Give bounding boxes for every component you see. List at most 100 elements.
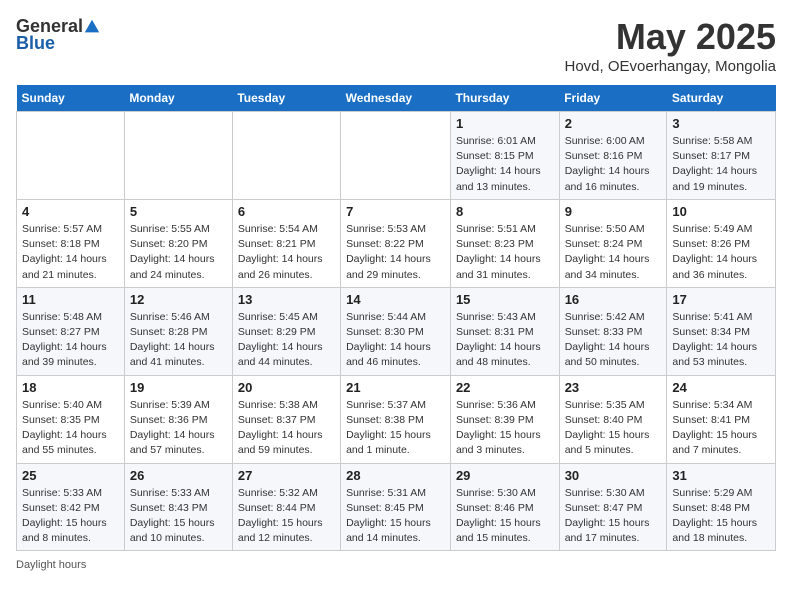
weekday-wednesday: Wednesday [341, 85, 451, 112]
day-info: Sunrise: 5:32 AMSunset: 8:44 PMDaylight:… [238, 486, 335, 547]
day-info: Sunrise: 5:42 AMSunset: 8:33 PMDaylight:… [565, 310, 662, 371]
calendar-cell: 21 Sunrise: 5:37 AMSunset: 8:38 PMDayligh… [341, 375, 451, 463]
day-number: 29 [456, 468, 554, 483]
day-info: Sunrise: 5:57 AMSunset: 8:18 PMDaylight:… [22, 222, 119, 283]
week-row-4: 18 Sunrise: 5:40 AMSunset: 8:35 PMDayligh… [17, 375, 776, 463]
weekday-monday: Monday [124, 85, 232, 112]
day-number: 21 [346, 380, 445, 395]
day-number: 16 [565, 292, 662, 307]
day-number: 22 [456, 380, 554, 395]
day-info: Sunrise: 5:50 AMSunset: 8:24 PMDaylight:… [565, 222, 662, 283]
day-info: Sunrise: 6:01 AMSunset: 8:15 PMDaylight:… [456, 134, 554, 195]
day-number: 20 [238, 380, 335, 395]
logo: General Blue [16, 16, 101, 54]
day-number: 26 [130, 468, 227, 483]
calendar-cell: 12Sunrise: 5:46 AMSunset: 8:28 PMDayligh… [124, 287, 232, 375]
day-info: Sunrise: 5:30 AMSunset: 8:47 PMDaylight:… [565, 486, 662, 547]
week-row-2: 4Sunrise: 5:57 AMSunset: 8:18 PMDaylight… [17, 199, 776, 287]
day-number: 19 [130, 380, 227, 395]
day-info: Sunrise: 5:35 AMSunset: 8:40 PMDaylight:… [565, 398, 662, 459]
calendar-cell [124, 112, 232, 200]
day-number: 9 [565, 204, 662, 219]
weekday-saturday: Saturday [667, 85, 776, 112]
day-info: Sunrise: 5:33 AMSunset: 8:43 PMDaylight:… [130, 486, 227, 547]
day-number: 30 [565, 468, 662, 483]
day-number: 24 [672, 380, 770, 395]
day-number: 18 [22, 380, 119, 395]
day-info: Sunrise: 5:54 AMSunset: 8:21 PMDaylight:… [238, 222, 335, 283]
day-number: 7 [346, 204, 445, 219]
calendar-cell [341, 112, 451, 200]
calendar-title: May 2025 [564, 16, 776, 58]
calendar-cell: 9 Sunrise: 5:50 AMSunset: 8:24 PMDaylight… [559, 199, 667, 287]
day-info: Sunrise: 5:34 AMSunset: 8:41 PMDaylight:… [672, 398, 770, 459]
day-info: Sunrise: 5:46 AMSunset: 8:28 PMDaylight:… [130, 310, 227, 371]
day-number: 11 [22, 292, 119, 307]
day-info: Sunrise: 5:55 AMSunset: 8:20 PMDaylight:… [130, 222, 227, 283]
calendar-cell: 27 Sunrise: 5:32 AMSunset: 8:44 PMDayligh… [232, 463, 340, 551]
calendar-cell [232, 112, 340, 200]
day-info: Sunrise: 5:37 AMSunset: 8:38 PMDaylight:… [346, 398, 445, 459]
day-info: Sunrise: 5:51 AMSunset: 8:23 PMDaylight:… [456, 222, 554, 283]
day-number: 28 [346, 468, 445, 483]
day-info: Sunrise: 5:30 AMSunset: 8:46 PMDaylight:… [456, 486, 554, 547]
calendar-cell: 26 Sunrise: 5:33 AMSunset: 8:43 PMDayligh… [124, 463, 232, 551]
day-number: 15 [456, 292, 554, 307]
calendar-cell: 20 Sunrise: 5:38 AMSunset: 8:37 PMDayligh… [232, 375, 340, 463]
logo-icon [83, 18, 101, 36]
day-info: Sunrise: 5:36 AMSunset: 8:39 PMDaylight:… [456, 398, 554, 459]
day-info: Sunrise: 5:53 AMSunset: 8:22 PMDaylight:… [346, 222, 445, 283]
weekday-thursday: Thursday [450, 85, 559, 112]
day-number: 31 [672, 468, 770, 483]
weekday-header-row: SundayMondayTuesdayWednesdayThursdayFrid… [17, 85, 776, 112]
calendar-cell: 11 Sunrise: 5:48 AMSunset: 8:27 PMDayligh… [17, 287, 125, 375]
logo-blue: Blue [16, 33, 55, 54]
calendar-cell: 16 Sunrise: 5:42 AMSunset: 8:33 PMDayligh… [559, 287, 667, 375]
day-number: 17 [672, 292, 770, 307]
calendar-location: Hovd, OEvoerhangay, Mongolia [564, 58, 776, 75]
day-info: Sunrise: 6:00 AMSunset: 8:16 PMDaylight:… [565, 134, 662, 195]
day-info: Sunrise: 5:40 AMSunset: 8:35 PMDaylight:… [22, 398, 119, 459]
day-number: 10 [672, 204, 770, 219]
weekday-tuesday: Tuesday [232, 85, 340, 112]
day-info: Sunrise: 5:31 AMSunset: 8:45 PMDaylight:… [346, 486, 445, 547]
calendar-cell: 19 Sunrise: 5:39 AMSunset: 8:36 PMDayligh… [124, 375, 232, 463]
weekday-friday: Friday [559, 85, 667, 112]
calendar-cell: 15Sunrise: 5:43 AMSunset: 8:31 PMDayligh… [450, 287, 559, 375]
calendar-cell: 28 Sunrise: 5:31 AMSunset: 8:45 PMDayligh… [341, 463, 451, 551]
calendar-table: SundayMondayTuesdayWednesdayThursdayFrid… [16, 85, 776, 551]
calendar-cell: 10Sunrise: 5:49 AMSunset: 8:26 PMDayligh… [667, 199, 776, 287]
calendar-cell: 8 Sunrise: 5:51 AMSunset: 8:23 PMDaylight… [450, 199, 559, 287]
calendar-cell: 4Sunrise: 5:57 AMSunset: 8:18 PMDaylight… [17, 199, 125, 287]
day-info: Sunrise: 5:48 AMSunset: 8:27 PMDaylight:… [22, 310, 119, 371]
calendar-cell: 17Sunrise: 5:41 AMSunset: 8:34 PMDayligh… [667, 287, 776, 375]
calendar-cell: 14Sunrise: 5:44 AMSunset: 8:30 PMDayligh… [341, 287, 451, 375]
day-info: Sunrise: 5:58 AMSunset: 8:17 PMDaylight:… [672, 134, 770, 195]
week-row-1: 1 Sunrise: 6:01 AMSunset: 8:15 PMDaylight… [17, 112, 776, 200]
day-number: 25 [22, 468, 119, 483]
calendar-cell: 25 Sunrise: 5:33 AMSunset: 8:42 PMDayligh… [17, 463, 125, 551]
calendar-cell [17, 112, 125, 200]
day-number: 5 [130, 204, 227, 219]
calendar-cell: 5 Sunrise: 5:55 AMSunset: 8:20 PMDaylight… [124, 199, 232, 287]
calendar-cell: 24 Sunrise: 5:34 AMSunset: 8:41 PMDayligh… [667, 375, 776, 463]
calendar-cell: 29 Sunrise: 5:30 AMSunset: 8:46 PMDayligh… [450, 463, 559, 551]
week-row-3: 11 Sunrise: 5:48 AMSunset: 8:27 PMDayligh… [17, 287, 776, 375]
day-number: 27 [238, 468, 335, 483]
day-number: 8 [456, 204, 554, 219]
calendar-cell: 22 Sunrise: 5:36 AMSunset: 8:39 PMDayligh… [450, 375, 559, 463]
calendar-cell: 13Sunrise: 5:45 AMSunset: 8:29 PMDayligh… [232, 287, 340, 375]
day-info: Sunrise: 5:39 AMSunset: 8:36 PMDaylight:… [130, 398, 227, 459]
day-info: Sunrise: 5:33 AMSunset: 8:42 PMDaylight:… [22, 486, 119, 547]
calendar-cell: 6Sunrise: 5:54 AMSunset: 8:21 PMDaylight… [232, 199, 340, 287]
day-number: 14 [346, 292, 445, 307]
calendar-cell: 23Sunrise: 5:35 AMSunset: 8:40 PMDayligh… [559, 375, 667, 463]
day-number: 3 [672, 116, 770, 131]
weekday-sunday: Sunday [17, 85, 125, 112]
calendar-cell: 7 Sunrise: 5:53 AMSunset: 8:22 PMDaylight… [341, 199, 451, 287]
page-header: General Blue May 2025 Hovd, OEvoerhangay… [16, 16, 776, 75]
day-number: 1 [456, 116, 554, 131]
day-info: Sunrise: 5:38 AMSunset: 8:37 PMDaylight:… [238, 398, 335, 459]
daylight-label: Daylight hours [16, 559, 86, 571]
calendar-cell: 30 Sunrise: 5:30 AMSunset: 8:47 PMDayligh… [559, 463, 667, 551]
